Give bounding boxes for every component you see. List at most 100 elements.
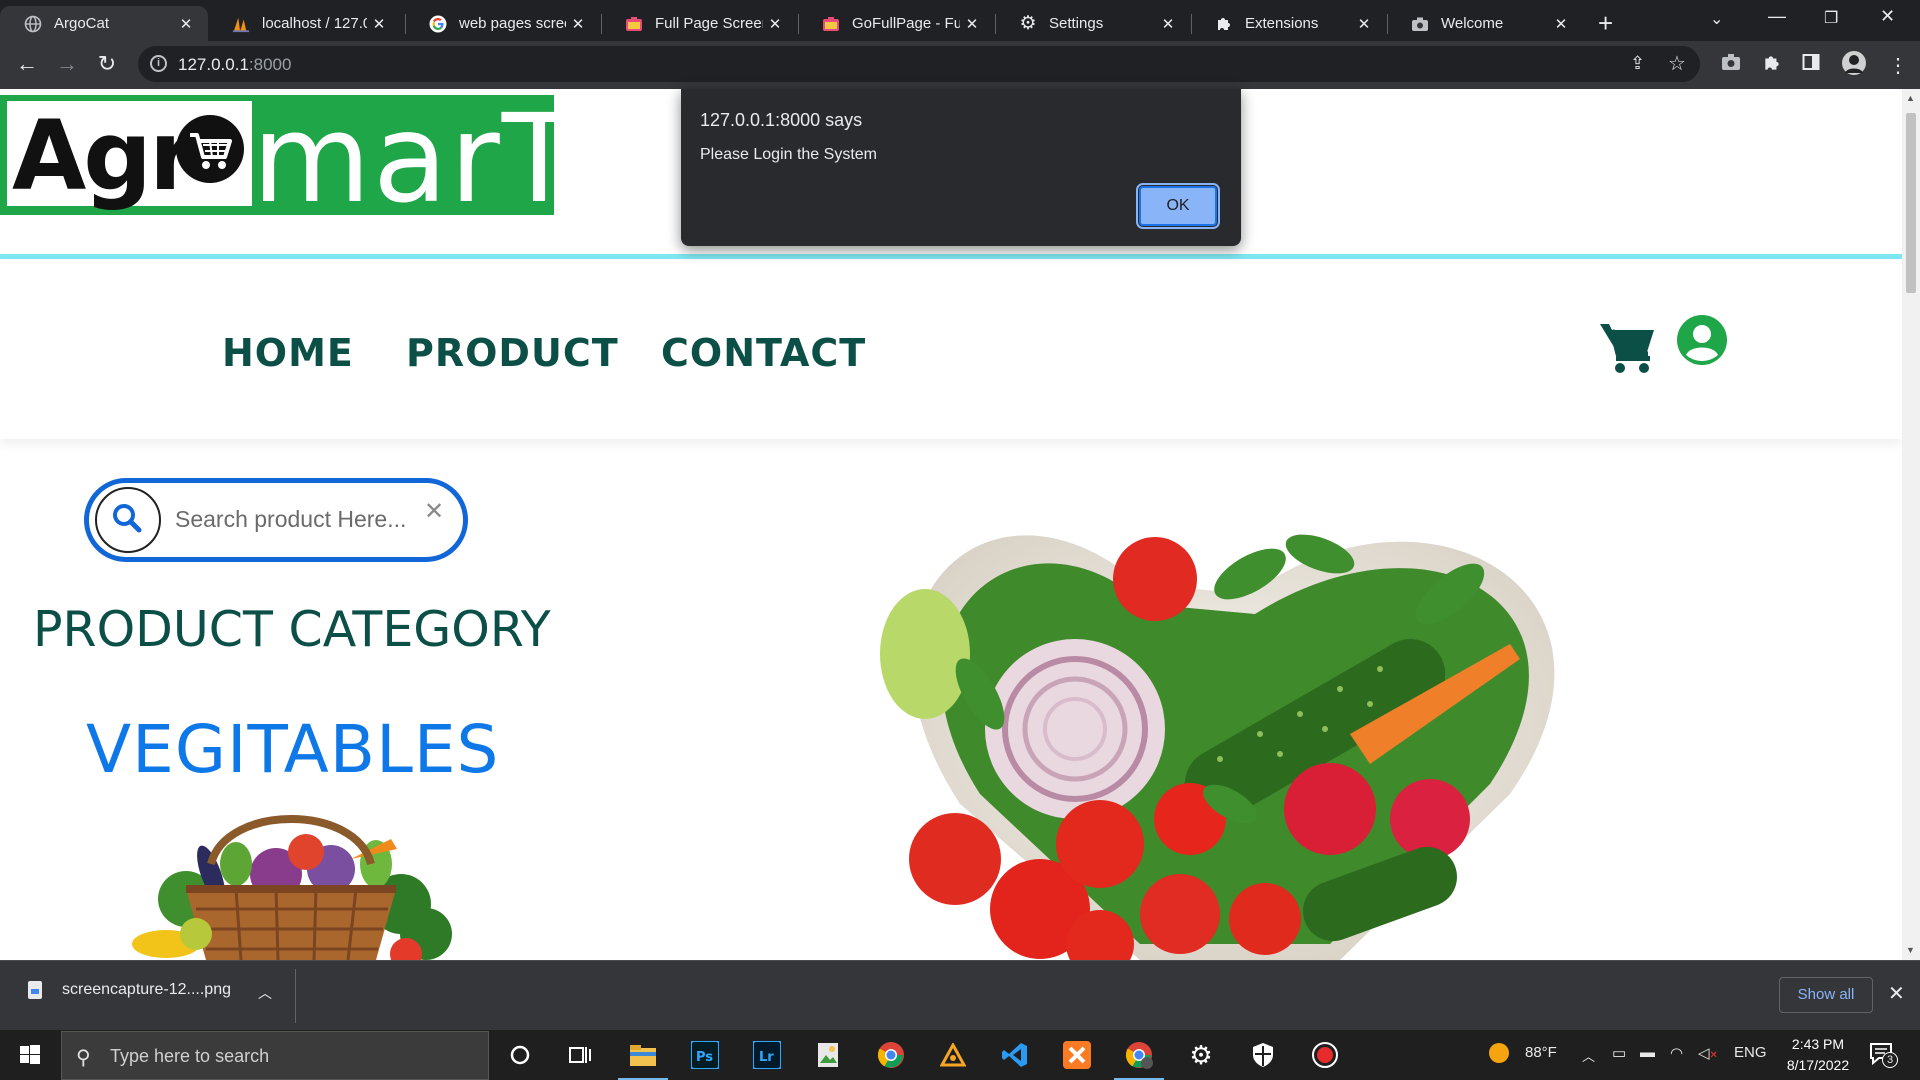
nav-contact[interactable]: CONTACT bbox=[661, 331, 866, 375]
input-language[interactable]: ENG bbox=[1734, 1044, 1767, 1061]
photoshop-icon[interactable]: Ps bbox=[688, 1038, 722, 1072]
close-tab-icon[interactable]: ✕ bbox=[960, 15, 984, 33]
download-item[interactable]: screencapture-12....png bbox=[28, 981, 231, 999]
tab-title: ArgoCat bbox=[54, 15, 110, 32]
tab-localhost[interactable]: localhost / 127.0.0 ✕ bbox=[208, 6, 401, 41]
forward-button[interactable]: → bbox=[52, 51, 82, 77]
scroll-up-arrow-icon[interactable]: ▲ bbox=[1906, 93, 1915, 103]
svg-text:Ps: Ps bbox=[696, 1050, 713, 1065]
search-icon[interactable] bbox=[95, 487, 161, 553]
notifications-icon[interactable]: 3 bbox=[1868, 1040, 1898, 1072]
close-window-button[interactable]: ✕ bbox=[1880, 6, 1895, 27]
close-tab-icon[interactable]: ✕ bbox=[763, 15, 787, 33]
agromart-logo[interactable]: Agr marT bbox=[0, 89, 576, 229]
side-panel-icon[interactable] bbox=[1802, 53, 1820, 77]
bookmark-star-icon[interactable]: ☆ bbox=[1668, 51, 1686, 76]
address-bar[interactable]: i 127.0.0.1:8000 ⇪ ☆ bbox=[138, 46, 1700, 82]
tab-argocat[interactable]: ArgoCat ✕ bbox=[0, 6, 208, 41]
tab-settings[interactable]: ⚙ Settings ✕ bbox=[995, 6, 1190, 41]
sublime-orange-triangle-icon[interactable] bbox=[936, 1038, 970, 1072]
alert-dialog: 127.0.0.1:8000 says Please Login the Sys… bbox=[681, 89, 1241, 246]
logo-cart-icon bbox=[176, 115, 244, 183]
vscode-icon[interactable] bbox=[998, 1038, 1032, 1072]
show-all-downloads-button[interactable]: Show all bbox=[1779, 977, 1873, 1013]
search-icon: ⚲ bbox=[76, 1047, 91, 1069]
scroll-down-arrow-icon[interactable]: ▼ bbox=[1906, 945, 1915, 955]
clock-time: 2:43 PM bbox=[1791, 1036, 1845, 1052]
chevron-up-icon[interactable]: ︿ bbox=[258, 983, 272, 1003]
lightroom-icon[interactable]: Lr bbox=[750, 1038, 784, 1072]
profile-avatar[interactable] bbox=[1841, 50, 1867, 82]
volume-muted-icon[interactable]: ◁✕ bbox=[1698, 1044, 1718, 1062]
site-info-icon[interactable]: i bbox=[150, 55, 167, 72]
shopping-cart-icon[interactable] bbox=[1598, 319, 1656, 375]
clear-search-icon[interactable]: ✕ bbox=[424, 497, 444, 526]
camera-icon bbox=[1411, 15, 1429, 33]
heart-vegetable-bowl-image bbox=[870, 474, 1670, 960]
vegetable-basket-image[interactable] bbox=[126, 804, 456, 960]
clock-date: 8/17/2022 bbox=[1786, 1057, 1850, 1073]
file-explorer-icon[interactable] bbox=[618, 1038, 668, 1080]
tab-search-chevron-icon[interactable]: ⌄ bbox=[1710, 9, 1723, 29]
battery-icon[interactable]: ▬ bbox=[1640, 1044, 1655, 1061]
tab-title: GoFullPage - Full bbox=[852, 15, 960, 32]
nav-home[interactable]: HOME bbox=[222, 331, 354, 375]
task-view-icon[interactable] bbox=[563, 1038, 597, 1072]
screenshot-extension-icon[interactable] bbox=[1721, 53, 1741, 77]
back-button[interactable]: ← bbox=[12, 51, 42, 77]
close-tab-icon[interactable]: ✕ bbox=[174, 15, 198, 33]
meet-now-icon[interactable]: ▭ bbox=[1612, 1044, 1626, 1062]
restore-button[interactable]: ❐ bbox=[1824, 8, 1838, 28]
start-button[interactable] bbox=[0, 1030, 60, 1080]
chrome-running-icon[interactable] bbox=[1114, 1038, 1164, 1080]
browser-menu-icon[interactable]: ⋮ bbox=[1888, 53, 1908, 78]
minimize-button[interactable]: — bbox=[1768, 6, 1786, 27]
tab-web-pages-screen[interactable]: web pages screen ✕ bbox=[405, 6, 600, 41]
settings-gear-icon[interactable]: ⚙ bbox=[1184, 1038, 1218, 1072]
close-tab-icon[interactable]: ✕ bbox=[1549, 15, 1573, 33]
cortana-icon[interactable] bbox=[503, 1038, 537, 1072]
tab-title: localhost / 127.0.0 bbox=[262, 15, 367, 32]
close-downloads-bar-icon[interactable]: ✕ bbox=[1888, 981, 1905, 1006]
taskbar-search-box[interactable]: ⚲ Type here to search bbox=[61, 1031, 489, 1080]
system-clock[interactable]: 2:43 PM 8/17/2022 bbox=[1776, 1034, 1860, 1076]
screen-recorder-icon[interactable] bbox=[1308, 1038, 1342, 1072]
page-scrollbar[interactable]: ▲ ▼ bbox=[1902, 89, 1920, 960]
nav-product[interactable]: PRODUCT bbox=[406, 331, 619, 375]
chevron-up-icon[interactable]: ︿ bbox=[1582, 1046, 1595, 1065]
globe-icon bbox=[24, 15, 42, 33]
search-input[interactable] bbox=[175, 501, 405, 537]
close-tab-icon[interactable]: ✕ bbox=[566, 15, 590, 33]
gofullpage-camera-icon bbox=[822, 15, 840, 33]
tab-welcome[interactable]: Welcome ✕ bbox=[1387, 6, 1583, 41]
weather-sun-icon[interactable] bbox=[1488, 1042, 1510, 1068]
logo-text-mart: marT bbox=[252, 89, 579, 230]
photo-editor-icon[interactable] bbox=[812, 1038, 846, 1072]
new-tab-button[interactable]: + bbox=[1598, 8, 1613, 39]
tab-full-page-screens[interactable]: Full Page Screens ✕ bbox=[601, 6, 797, 41]
browser-tab-strip: ArgoCat ✕ localhost / 127.0.0 ✕ web page… bbox=[0, 0, 1920, 41]
close-tab-icon[interactable]: ✕ bbox=[367, 15, 391, 33]
xampp-icon[interactable] bbox=[1060, 1038, 1094, 1072]
chrome-icon[interactable] bbox=[874, 1038, 908, 1072]
windows-taskbar: ⚲ Type here to search Ps Lr ⚙ 88°F ︿ ▭ ▬… bbox=[0, 1030, 1920, 1080]
weather-temperature[interactable]: 88°F bbox=[1525, 1044, 1557, 1061]
scrollbar-thumb[interactable] bbox=[1906, 113, 1916, 293]
reload-button[interactable]: ↻ bbox=[92, 51, 122, 77]
tab-title: Extensions bbox=[1245, 15, 1319, 32]
dialog-ok-button[interactable]: OK bbox=[1136, 183, 1220, 229]
security-shield-icon[interactable] bbox=[1246, 1038, 1280, 1072]
close-tab-icon[interactable]: ✕ bbox=[1352, 15, 1376, 33]
tab-gofullpage[interactable]: GoFullPage - Full ✕ bbox=[798, 6, 994, 41]
tab-title: Full Page Screens bbox=[655, 15, 763, 32]
category-vegitables-link[interactable]: VEGITABLES bbox=[86, 711, 499, 788]
close-tab-icon[interactable]: ✕ bbox=[1156, 15, 1180, 33]
share-icon[interactable]: ⇪ bbox=[1630, 53, 1645, 74]
tab-extensions[interactable]: Extensions ✕ bbox=[1191, 6, 1386, 41]
wifi-icon[interactable]: ◠ bbox=[1670, 1044, 1683, 1062]
tab-title: Welcome bbox=[1441, 15, 1504, 32]
user-account-icon[interactable] bbox=[1676, 314, 1728, 366]
extensions-puzzle-icon[interactable] bbox=[1762, 53, 1782, 79]
notification-count-badge: 3 bbox=[1882, 1052, 1898, 1068]
file-icon bbox=[28, 981, 42, 999]
